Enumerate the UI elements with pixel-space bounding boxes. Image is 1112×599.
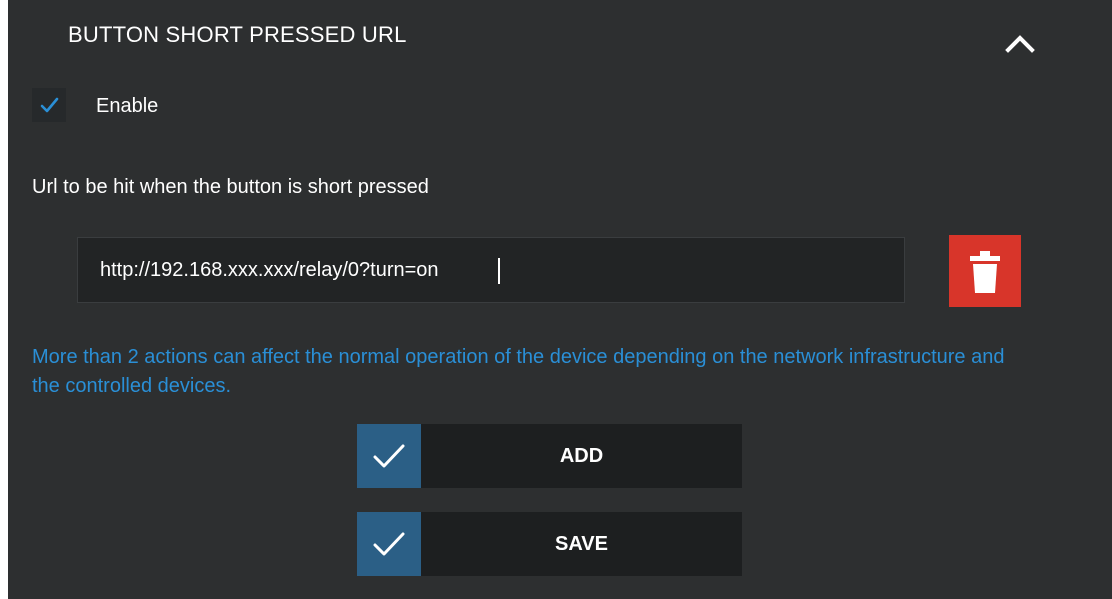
chevron-up-icon [1005, 35, 1035, 53]
enable-row: Enable [32, 88, 332, 126]
save-button[interactable]: SAVE [357, 512, 742, 576]
delete-url-button[interactable] [949, 235, 1021, 307]
url-field-label: Url to be hit when the button is short p… [32, 176, 429, 198]
save-button-label: SAVE [555, 533, 608, 555]
text-caret [498, 258, 500, 284]
url-input-container [77, 237, 905, 303]
check-icon [40, 97, 59, 113]
warning-message: More than 2 actions can affect the norma… [32, 346, 1005, 397]
add-button[interactable]: ADD [357, 424, 742, 488]
enable-label: Enable [96, 95, 159, 117]
trash-icon [970, 251, 1000, 293]
enable-checkbox[interactable] [32, 88, 66, 122]
section-title: BUTTON SHORT PRESSED URL [68, 22, 407, 47]
save-check-box [357, 512, 421, 576]
url-input[interactable] [78, 238, 904, 302]
add-check-box [357, 424, 421, 488]
check-icon [373, 444, 405, 468]
check-icon [373, 532, 405, 556]
section-header[interactable]: BUTTON SHORT PRESSED URL [8, 0, 1112, 84]
add-button-label: ADD [559, 445, 604, 467]
collapse-button[interactable] [998, 22, 1042, 62]
settings-panel: BUTTON SHORT PRESSED URL Enable Url to b… [8, 0, 1112, 599]
